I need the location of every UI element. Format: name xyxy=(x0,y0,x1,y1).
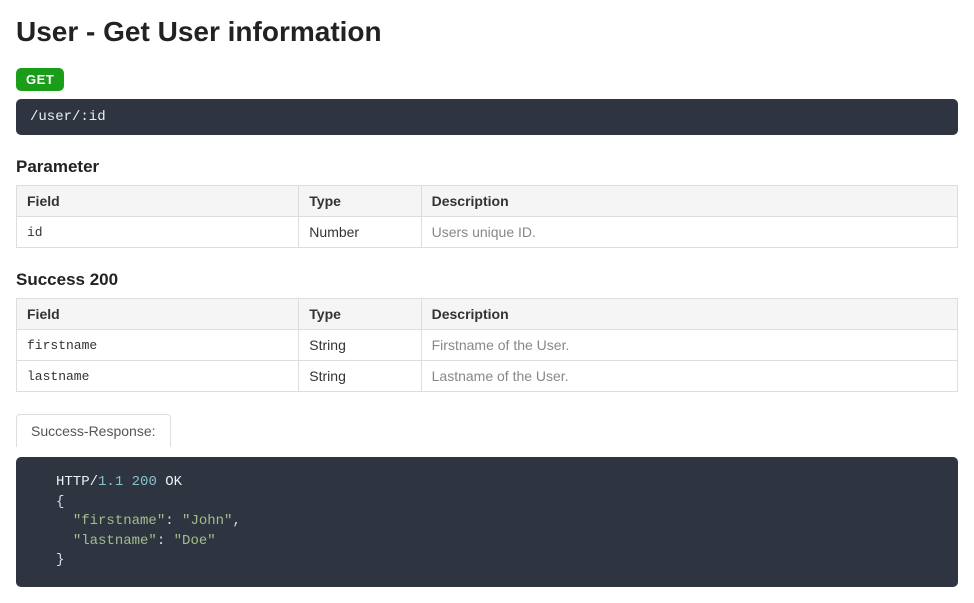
response-example-code: HTTP/1.1 200 OK { "firstname": "John", "… xyxy=(16,457,958,587)
code-token xyxy=(157,474,165,490)
success-type: String xyxy=(299,361,421,392)
endpoint-path: /user/:id xyxy=(16,99,958,135)
code-token: } xyxy=(56,552,64,568)
code-token: , xyxy=(232,513,240,529)
code-token: OK xyxy=(165,474,182,490)
col-field-header: Field xyxy=(17,186,299,217)
table-row: lastname String Lastname of the User. xyxy=(17,361,958,392)
response-tab-strip: Success-Response: xyxy=(16,414,958,447)
code-token: 1.1 xyxy=(98,474,123,490)
col-type-header: Type xyxy=(299,186,421,217)
col-desc-header: Description xyxy=(421,299,957,330)
code-token: HTTP/ xyxy=(56,474,98,490)
success-desc: Lastname of the User. xyxy=(421,361,957,392)
code-token: : xyxy=(157,533,174,549)
code-token: : xyxy=(165,513,182,529)
parameter-heading: Parameter xyxy=(16,157,958,177)
table-row: firstname String Firstname of the User. xyxy=(17,330,958,361)
http-method-badge: GET xyxy=(16,68,64,91)
page-title: User - Get User information xyxy=(16,16,958,48)
col-field-header: Field xyxy=(17,299,299,330)
code-token: "Doe" xyxy=(174,533,216,549)
table-row: id Number Users unique ID. xyxy=(17,217,958,248)
col-type-header: Type xyxy=(299,299,421,330)
success-desc: Firstname of the User. xyxy=(421,330,957,361)
code-token xyxy=(123,474,131,490)
code-token: "firstname" xyxy=(73,513,165,529)
code-token: "lastname" xyxy=(73,533,157,549)
success-heading: Success 200 xyxy=(16,270,958,290)
table-header-row: Field Type Description xyxy=(17,186,958,217)
code-token: "John" xyxy=(182,513,232,529)
param-desc: Users unique ID. xyxy=(421,217,957,248)
success-table: Field Type Description firstname String … xyxy=(16,298,958,392)
success-field: firstname xyxy=(17,330,299,361)
success-type: String xyxy=(299,330,421,361)
table-header-row: Field Type Description xyxy=(17,299,958,330)
code-token: { xyxy=(56,494,64,510)
parameter-table: Field Type Description id Number Users u… xyxy=(16,185,958,248)
success-field: lastname xyxy=(17,361,299,392)
code-token: 200 xyxy=(132,474,157,490)
param-type: Number xyxy=(299,217,421,248)
col-desc-header: Description xyxy=(421,186,957,217)
param-field: id xyxy=(17,217,299,248)
tab-success-response[interactable]: Success-Response: xyxy=(16,414,171,447)
